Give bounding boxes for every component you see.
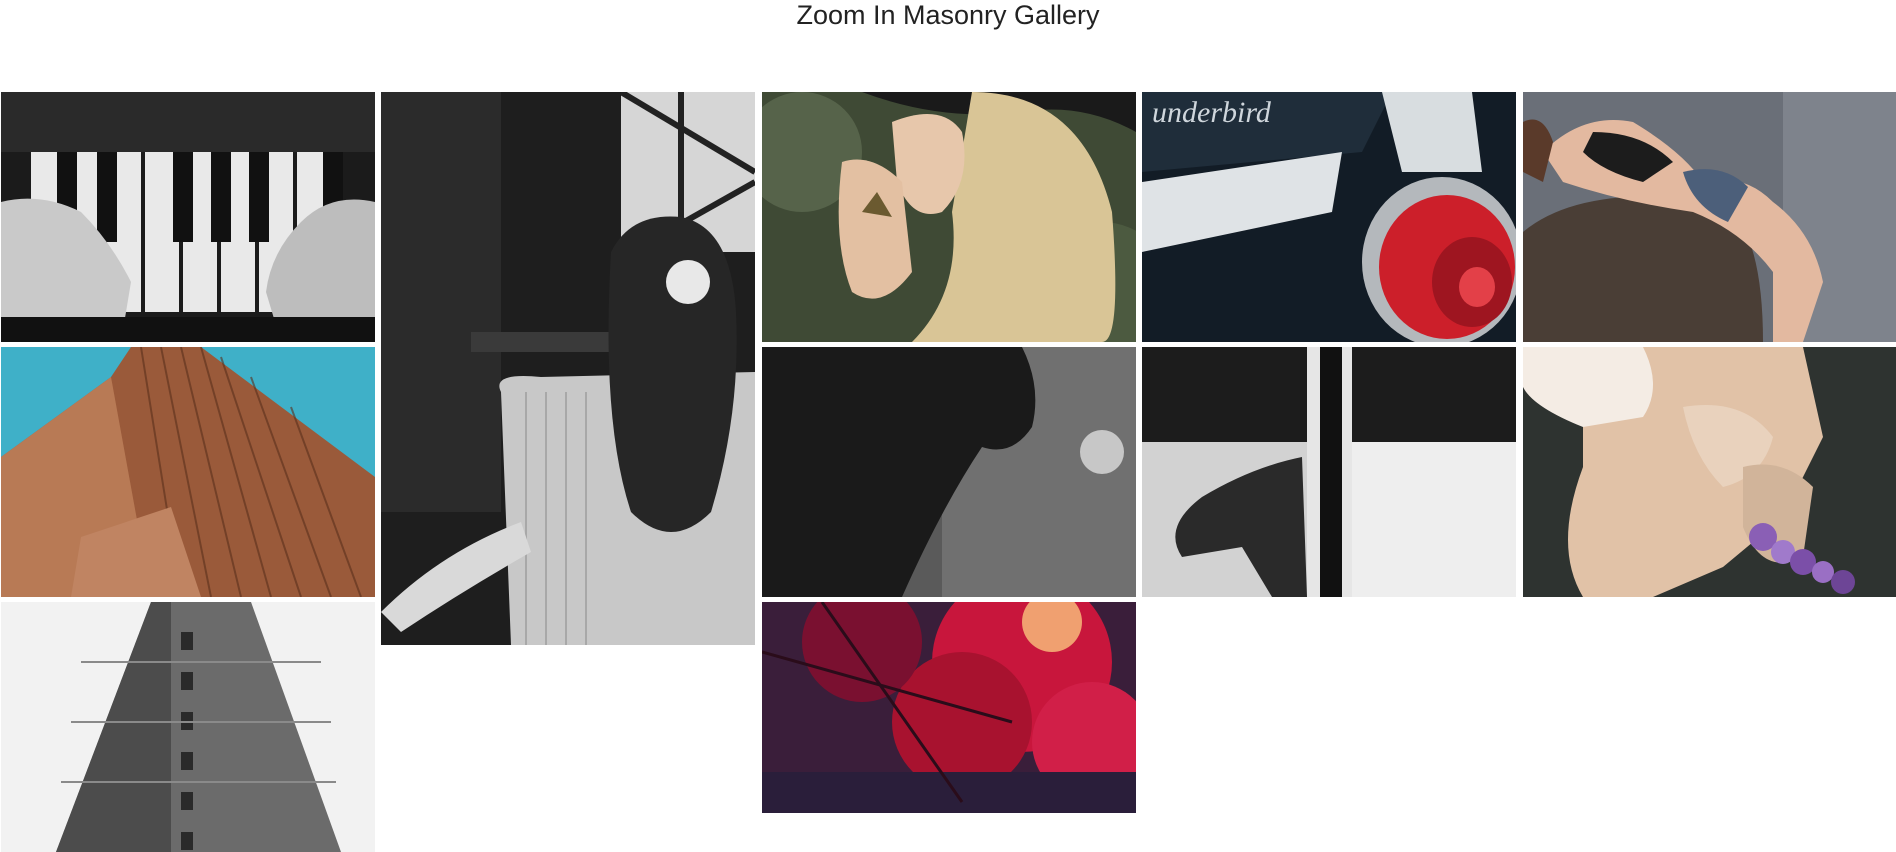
gallery-item-red-tree[interactable] xyxy=(762,602,1136,813)
piano-image xyxy=(1,92,375,342)
page-title: Zoom In Masonry Gallery xyxy=(796,0,1100,30)
architecture-image xyxy=(1142,347,1516,597)
gallery-page: Zoom In Masonry Gallery underbird xyxy=(0,0,1896,852)
silhouette-image xyxy=(762,347,1136,597)
gallery-item-blonde[interactable] xyxy=(762,92,1136,342)
gallery-item-car[interactable]: underbird xyxy=(1142,92,1516,342)
gallery-item-architecture[interactable] xyxy=(1142,347,1516,597)
gallery-item-piano[interactable] xyxy=(1,92,375,342)
gallery-item-rock[interactable] xyxy=(1523,92,1896,342)
flowers-image xyxy=(1523,347,1896,597)
blonde-image xyxy=(762,92,1136,342)
skyscraper-image xyxy=(1,347,375,597)
gallery-item-silhouette[interactable] xyxy=(762,347,1136,597)
car-image: underbird xyxy=(1142,92,1516,342)
flatiron-image xyxy=(1,602,375,852)
car-script-text: underbird xyxy=(1152,96,1272,129)
gallery-item-woman-chair[interactable] xyxy=(381,92,755,645)
red-tree-image xyxy=(762,602,1136,813)
gallery-item-flatiron[interactable] xyxy=(1,602,375,852)
woman-chair-image xyxy=(381,92,755,645)
gallery-item-skyscraper[interactable] xyxy=(1,347,375,597)
rock-image xyxy=(1523,92,1896,342)
gallery-item-flowers[interactable] xyxy=(1523,347,1896,597)
